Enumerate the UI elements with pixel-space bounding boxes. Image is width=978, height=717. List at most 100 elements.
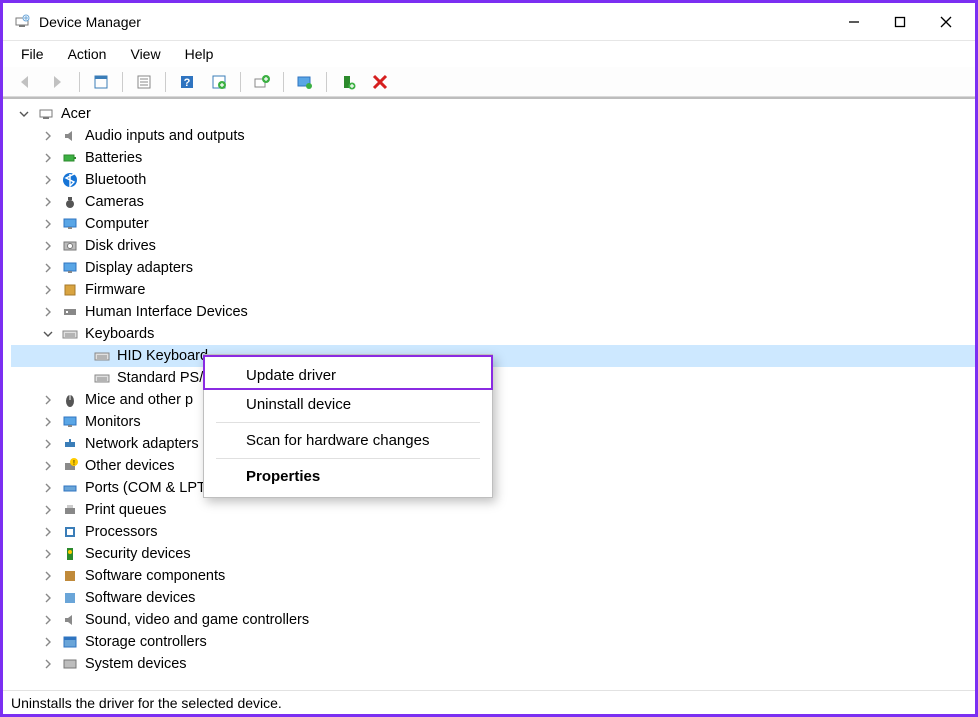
tree-node[interactable]: Security devices xyxy=(11,543,975,565)
tree-node[interactable]: Ports (COM & LPT) xyxy=(11,477,975,499)
tree-node[interactable]: Disk drives xyxy=(11,235,975,257)
tree-node[interactable]: Audio inputs and outputs xyxy=(11,125,975,147)
tree-node-label: Storage controllers xyxy=(85,634,207,650)
expand-icon[interactable] xyxy=(41,195,55,209)
tree-node-label: Ports (COM & LPT) xyxy=(85,480,211,496)
show-hide-tree-button[interactable] xyxy=(88,70,114,94)
expand-icon[interactable] xyxy=(41,503,55,517)
tree-node[interactable]: Firmware xyxy=(11,279,975,301)
tree-node[interactable]: Monitors xyxy=(11,411,975,433)
tree-node[interactable]: Processors xyxy=(11,521,975,543)
context-menu-item[interactable]: Scan for hardware changes xyxy=(208,426,488,455)
tree-node-label: Software components xyxy=(85,568,225,584)
expand-icon[interactable] xyxy=(41,459,55,473)
minimize-button[interactable] xyxy=(831,6,877,38)
monitor-icon xyxy=(61,413,79,431)
context-menu-divider xyxy=(216,422,480,423)
tree-node[interactable]: Software devices xyxy=(11,587,975,609)
tree-node[interactable]: Bluetooth xyxy=(11,169,975,191)
action-button[interactable] xyxy=(206,70,232,94)
expand-icon[interactable] xyxy=(41,151,55,165)
network-icon xyxy=(61,435,79,453)
expand-icon[interactable] xyxy=(41,305,55,319)
menu-view[interactable]: View xyxy=(120,44,170,64)
disk-icon xyxy=(61,237,79,255)
tree-node-label: Network adapters xyxy=(85,436,199,452)
menu-file[interactable]: File xyxy=(11,44,54,64)
toolbar: ? xyxy=(3,67,975,97)
menubar: File Action View Help xyxy=(3,41,975,67)
expand-icon[interactable] xyxy=(41,415,55,429)
tree-node[interactable]: Batteries xyxy=(11,147,975,169)
tree-node[interactable]: Display adapters xyxy=(11,257,975,279)
tree-node-label: Other devices xyxy=(85,458,174,474)
tree-node[interactable]: Mice and other p xyxy=(11,389,975,411)
context-menu-divider xyxy=(216,458,480,459)
menu-action[interactable]: Action xyxy=(58,44,117,64)
app-icon xyxy=(13,13,31,31)
expand-icon[interactable] xyxy=(41,261,55,275)
close-button[interactable] xyxy=(923,6,969,38)
statusbar: Uninstalls the driver for the selected d… xyxy=(3,690,975,714)
tree-node-label: Monitors xyxy=(85,414,141,430)
mouse-icon xyxy=(61,391,79,409)
tree-node[interactable]: Computer xyxy=(11,213,975,235)
tree-node[interactable]: Storage controllers xyxy=(11,631,975,653)
software-device-icon xyxy=(61,589,79,607)
expand-icon[interactable] xyxy=(41,635,55,649)
tree-node-label: HID Keyboard xyxy=(117,348,208,364)
collapse-icon[interactable] xyxy=(41,327,55,341)
expand-icon[interactable] xyxy=(41,657,55,671)
tree-node[interactable]: Cameras xyxy=(11,191,975,213)
expand-icon[interactable] xyxy=(41,437,55,451)
menu-help[interactable]: Help xyxy=(175,44,224,64)
expand-icon[interactable] xyxy=(41,393,55,407)
tree-node[interactable]: Human Interface Devices xyxy=(11,301,975,323)
expand-icon[interactable] xyxy=(41,283,55,297)
expand-icon[interactable] xyxy=(41,547,55,561)
tree-node[interactable]: System devices xyxy=(11,653,975,675)
expand-icon[interactable] xyxy=(41,481,55,495)
tree-node-label: Human Interface Devices xyxy=(85,304,248,320)
content-area: AcerAudio inputs and outputsBatteries Blu… xyxy=(3,97,975,690)
expand-icon[interactable] xyxy=(41,591,55,605)
keyboard-icon xyxy=(93,369,111,387)
context-menu-item[interactable]: Uninstall device xyxy=(208,390,488,419)
tree-node[interactable]: Network adapters xyxy=(11,433,975,455)
expand-icon[interactable] xyxy=(41,613,55,627)
back-button[interactable] xyxy=(13,70,39,94)
tree-node[interactable]: Acer xyxy=(11,103,975,125)
context-menu-item[interactable]: Update driver xyxy=(208,361,488,390)
tree-node-label: Computer xyxy=(85,216,149,232)
properties-button[interactable] xyxy=(131,70,157,94)
expand-icon[interactable] xyxy=(41,525,55,539)
help-button[interactable]: ? xyxy=(174,70,200,94)
tree-node[interactable]: !Other devices xyxy=(11,455,975,477)
expand-icon[interactable] xyxy=(41,173,55,187)
add-legacy-hardware-button[interactable] xyxy=(335,70,361,94)
forward-button[interactable] xyxy=(45,70,71,94)
cpu-icon xyxy=(61,523,79,541)
hid-icon xyxy=(61,303,79,321)
tree-node-label: Firmware xyxy=(85,282,145,298)
scan-hardware-button[interactable] xyxy=(292,70,318,94)
software-component-icon xyxy=(61,567,79,585)
uninstall-device-button[interactable] xyxy=(367,70,393,94)
maximize-button[interactable] xyxy=(877,6,923,38)
sound-icon xyxy=(61,611,79,629)
tree-node[interactable]: Print queues xyxy=(11,499,975,521)
tree-node[interactable]: Software components xyxy=(11,565,975,587)
tree-node[interactable]: Sound, video and game controllers xyxy=(11,609,975,631)
context-menu-item[interactable]: Properties xyxy=(208,462,488,491)
expand-icon[interactable] xyxy=(41,569,55,583)
tree-node[interactable]: Standard PS/2 xyxy=(11,367,975,389)
update-driver-button[interactable] xyxy=(249,70,275,94)
tree-node-label: Security devices xyxy=(85,546,191,562)
tree-node[interactable]: Keyboards xyxy=(11,323,975,345)
tree-node[interactable]: HID Keyboard xyxy=(11,345,975,367)
collapse-icon[interactable] xyxy=(17,107,31,121)
expand-icon[interactable] xyxy=(41,129,55,143)
expand-icon[interactable] xyxy=(41,239,55,253)
tree-node-label: Bluetooth xyxy=(85,172,146,188)
expand-icon[interactable] xyxy=(41,217,55,231)
